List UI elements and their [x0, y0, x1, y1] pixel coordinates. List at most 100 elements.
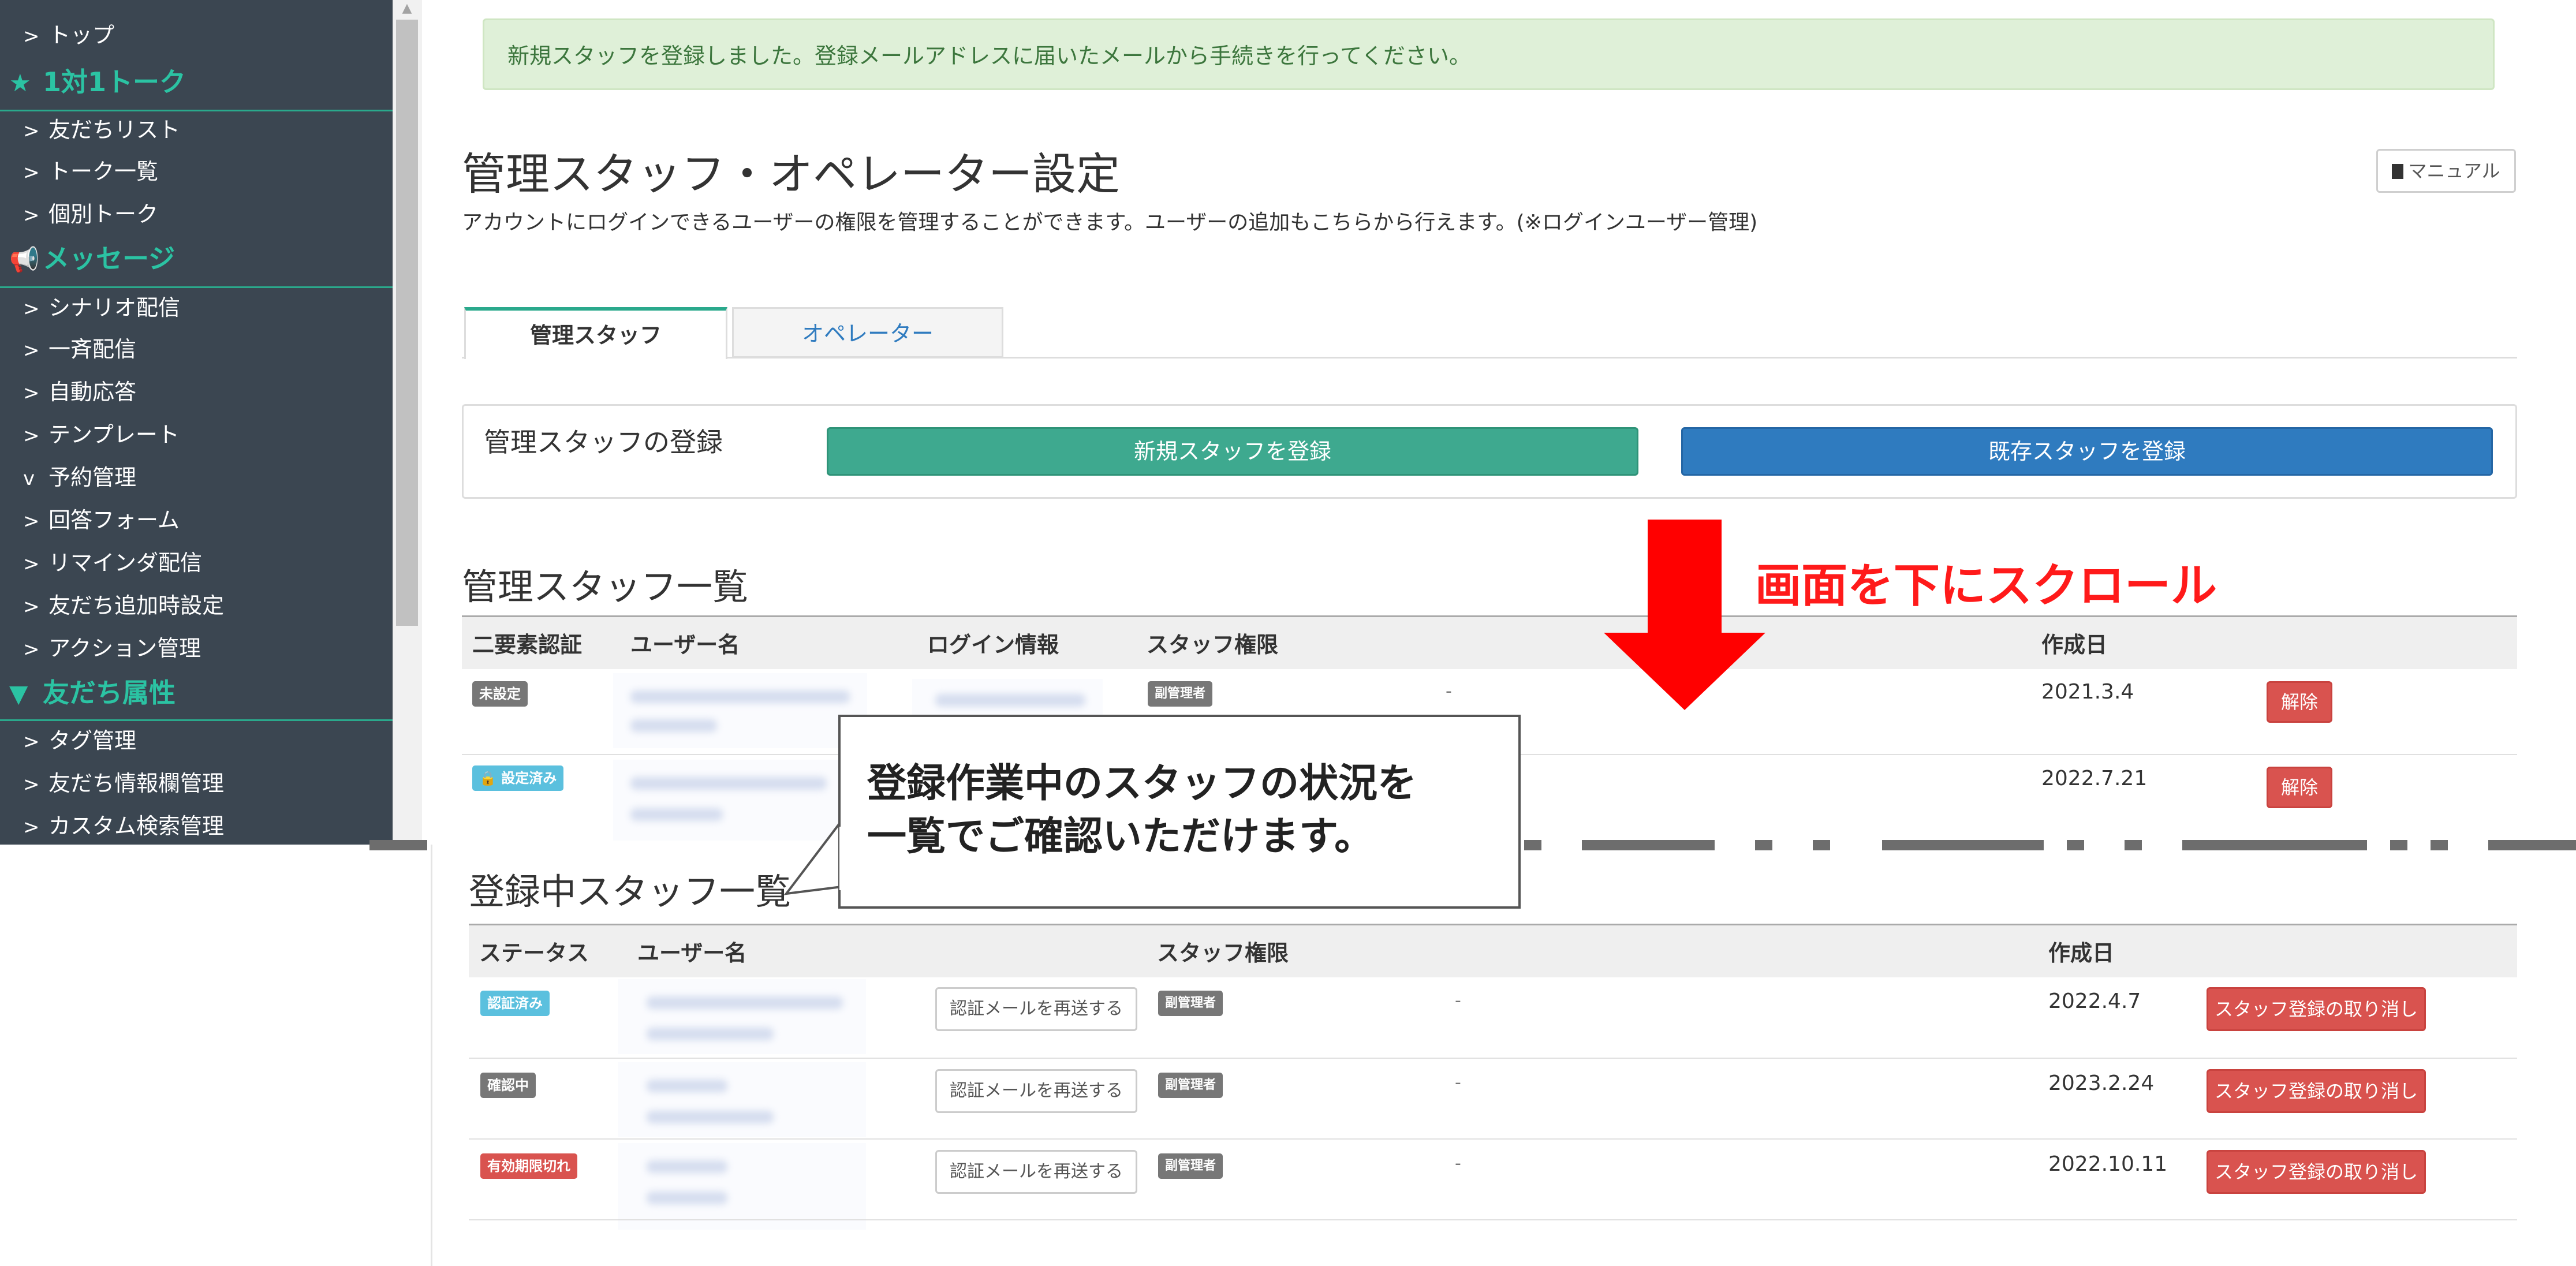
sidebar-heading-message: 📢 メッセージ — [9, 241, 175, 277]
callout-text: 登録作業中のスタッフの状況を 一覧でご確認いただけます。 — [867, 757, 1417, 864]
created-date: 2022.7.21 — [2041, 767, 2148, 790]
sidebar-item-reminder[interactable]: > リマインダ配信 — [23, 548, 202, 578]
sidebar-item-label: 友だち情報欄管理 — [48, 771, 225, 796]
cancel-registration-button[interactable]: スタッフ登録の取り消し — [2207, 987, 2426, 1031]
row-divider — [469, 1058, 2517, 1059]
manual-button[interactable]: マニュアル — [2376, 149, 2516, 193]
created-date: 2022.4.7 — [2048, 989, 2141, 1013]
column-staff-role: スタッフ権限 — [1147, 632, 1279, 658]
sidebar-item-tag-management[interactable]: > タグ管理 — [23, 726, 136, 756]
username-redacted — [618, 979, 866, 1054]
row-divider — [469, 1219, 2517, 1220]
chevron-right-icon: > — [23, 773, 40, 796]
sidebar-item-answer-form[interactable]: > 回答フォーム — [23, 506, 180, 536]
sidebar-item-label: テンプレート — [48, 422, 180, 447]
release-button[interactable]: 解除 — [2267, 681, 2332, 723]
tab-operator[interactable]: オペレーター — [732, 307, 1003, 358]
sidebar-scrollbar-thumb[interactable] — [396, 20, 418, 626]
sidebar-item-auto-reply[interactable]: > 自動応答 — [23, 378, 136, 408]
sidebar-item-label: トップ — [48, 23, 115, 48]
cancel-registration-button[interactable]: スタッフ登録の取り消し — [2207, 1150, 2426, 1194]
sidebar-item-label: アクション管理 — [48, 636, 201, 661]
resend-email-button[interactable]: 認証メールを再送する — [935, 1069, 1137, 1113]
chevron-right-icon: > — [23, 510, 40, 533]
sidebar-item-label: タグ管理 — [48, 728, 137, 753]
megaphone-icon: 📢 — [9, 245, 40, 274]
sidebar-item-label: 一斉配信 — [48, 337, 137, 362]
sidebar-item-label: 個別トーク — [48, 201, 159, 227]
sidebar-divider — [0, 286, 393, 288]
pending-table-header — [469, 924, 2517, 977]
staff-table-header — [462, 615, 2517, 669]
chevron-right-icon: > — [23, 161, 40, 184]
role-badge: 副管理者 — [1158, 991, 1223, 1016]
chevron-right-icon: > — [23, 552, 40, 576]
filter-icon: ▼ — [9, 679, 28, 708]
chevron-down-icon: v — [23, 467, 35, 490]
chevron-right-icon: > — [23, 119, 40, 143]
column-status: ステータス — [479, 940, 589, 966]
sidebar-item-top[interactable]: > トップ — [23, 21, 114, 51]
role-badge: 副管理者 — [1148, 681, 1213, 707]
column-created: 作成日 — [2048, 940, 2115, 966]
chevron-right-icon: > — [23, 730, 40, 753]
sidebar-item-template[interactable]: > テンプレート — [23, 420, 180, 450]
content-left-border — [431, 845, 432, 1266]
tab-admin-staff[interactable]: 管理スタッフ — [464, 307, 727, 359]
status-badge: 有効期限切れ — [480, 1153, 577, 1179]
existing-staff-button[interactable]: 既存スタッフを登録 — [1681, 427, 2493, 476]
sidebar-item-label: カスタム検索管理 — [48, 813, 225, 839]
role-badge: 副管理者 — [1158, 1153, 1223, 1179]
scroll-down-arrow-icon — [1604, 520, 1765, 710]
new-staff-button[interactable]: 新規スタッフを登録 — [827, 427, 1638, 476]
column-two-factor: 二要素認証 — [472, 632, 583, 658]
status-badge: 確認中 — [480, 1073, 536, 1098]
chevron-right-icon: > — [23, 297, 40, 320]
sidebar-item-friend-add-settings[interactable]: > 友だち追加時設定 — [23, 591, 224, 621]
sidebar-divider — [0, 110, 393, 111]
success-alert: 新規スタッフを登録しました。登録メールアドレスに届いたメールから手続きを行ってく… — [483, 18, 2495, 90]
status-badge: 認証済み — [480, 991, 550, 1016]
scroll-instruction: 画面を下にスクロール — [1755, 559, 2217, 613]
staff-list-title: 管理スタッフ一覧 — [462, 566, 749, 608]
column-staff-role: スタッフ権限 — [1157, 940, 1289, 966]
sidebar-item-label: トーク一覧 — [48, 159, 159, 184]
two-factor-badge: 未設定 — [472, 681, 528, 707]
resend-email-button[interactable]: 認証メールを再送する — [935, 1150, 1137, 1194]
column-username: ユーザー名 — [630, 632, 740, 658]
sidebar-item-broadcast[interactable]: > 一斉配信 — [23, 335, 136, 365]
pending-note: - — [1455, 991, 1461, 1011]
callout-pointer-mask — [839, 827, 848, 890]
sidebar-item-scenario[interactable]: > シナリオ配信 — [23, 293, 180, 323]
release-button[interactable]: 解除 — [2267, 767, 2332, 808]
cancel-registration-button[interactable]: スタッフ登録の取り消し — [2207, 1069, 2426, 1113]
sidebar-item-label: 自動応答 — [48, 379, 137, 405]
register-label: 管理スタッフの登録 — [484, 427, 723, 458]
page-title: 管理スタッフ・オペレーター設定 — [462, 148, 1120, 200]
sidebar-divider — [0, 719, 393, 721]
username-redacted — [613, 673, 867, 748]
sidebar-heading-label: 友だち属性 — [43, 677, 176, 708]
chevron-right-icon: > — [23, 595, 40, 618]
sidebar-item-reservation[interactable]: v 予約管理 — [23, 463, 136, 493]
sidebar-item-action-management[interactable]: > アクション管理 — [23, 634, 201, 664]
created-date: 2023.2.24 — [2048, 1071, 2155, 1095]
scroll-up-arrow-icon[interactable]: ▲ — [398, 0, 416, 17]
pending-list-title: 登録中スタッフ一覧 — [469, 871, 792, 913]
sidebar-item-label: 友だち追加時設定 — [48, 593, 225, 618]
resend-email-button[interactable]: 認証メールを再送する — [935, 987, 1137, 1031]
lock-icon: 🔒 — [479, 770, 502, 786]
sidebar-item-individual-talk[interactable]: > 個別トーク — [23, 200, 158, 230]
sidebar-item-talk-list[interactable]: > トーク一覧 — [23, 157, 158, 187]
role-badge: 副管理者 — [1158, 1073, 1223, 1098]
column-login-info: ログイン情報 — [927, 632, 1059, 658]
username-redacted — [618, 1143, 866, 1230]
book-icon — [2392, 164, 2404, 179]
sidebar-item-custom-search[interactable]: > カスタム検索管理 — [23, 812, 224, 842]
sidebar-item-friend-info-fields[interactable]: > 友だち情報欄管理 — [23, 769, 224, 799]
sidebar-item-friends-list[interactable]: > 友だちリスト — [23, 115, 180, 145]
sidebar: > トップ ★ 1対1トーク > 友だちリスト > トーク一覧 > 個別トーク 📢 メッセー… — [0, 0, 393, 845]
chevron-right-icon: > — [23, 339, 40, 362]
pending-note: - — [1455, 1073, 1461, 1093]
sidebar-item-label: リマインダ配信 — [48, 550, 203, 576]
